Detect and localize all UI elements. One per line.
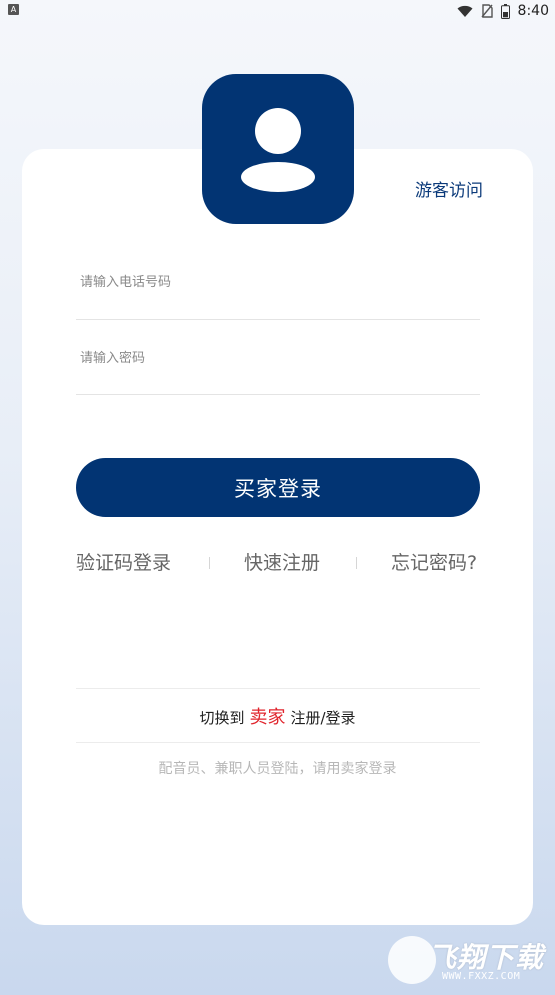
notification-icon: A	[8, 4, 19, 15]
avatar	[202, 74, 354, 224]
status-time: 8:40	[517, 3, 549, 19]
forgot-password-link[interactable]: 忘记密码?	[391, 548, 477, 575]
switch-prefix: 切换到	[199, 709, 245, 727]
phone-field[interactable]	[76, 270, 484, 320]
link-divider	[356, 557, 357, 569]
status-bar: A 8:40	[0, 0, 555, 22]
user-avatar-icon	[241, 108, 315, 192]
status-icons: 8:40	[457, 2, 549, 20]
password-input[interactable]	[76, 346, 484, 370]
wifi-icon	[457, 5, 473, 17]
link-divider	[209, 557, 210, 569]
phone-input[interactable]	[76, 270, 484, 294]
quick-register-link[interactable]: 快速注册	[244, 548, 320, 575]
seller-note: 配音员、兼职人员登陆，请用卖家登录	[158, 761, 397, 777]
divider	[76, 742, 480, 743]
sms-login-link[interactable]: 验证码登录	[76, 548, 171, 575]
switch-to-seller-link[interactable]: 切换到 卖家 注册/登录	[0, 703, 555, 729]
login-card	[22, 149, 533, 925]
password-field[interactable]	[76, 346, 484, 395]
guest-access-link[interactable]: 游客访问	[415, 176, 483, 201]
battery-icon	[500, 3, 510, 19]
divider	[76, 688, 480, 689]
watermark-title: 飞翔下载	[428, 941, 545, 974]
seller-highlight: 卖家	[249, 707, 286, 728]
buyer-login-button[interactable]: 买家登录	[76, 458, 480, 517]
watermark: 飞翔下载 WWW.FXXZ.COM	[388, 936, 548, 990]
watermark-url: WWW.FXXZ.COM	[442, 971, 521, 982]
switch-suffix: 注册/登录	[290, 709, 356, 727]
sim-off-icon	[481, 4, 493, 18]
